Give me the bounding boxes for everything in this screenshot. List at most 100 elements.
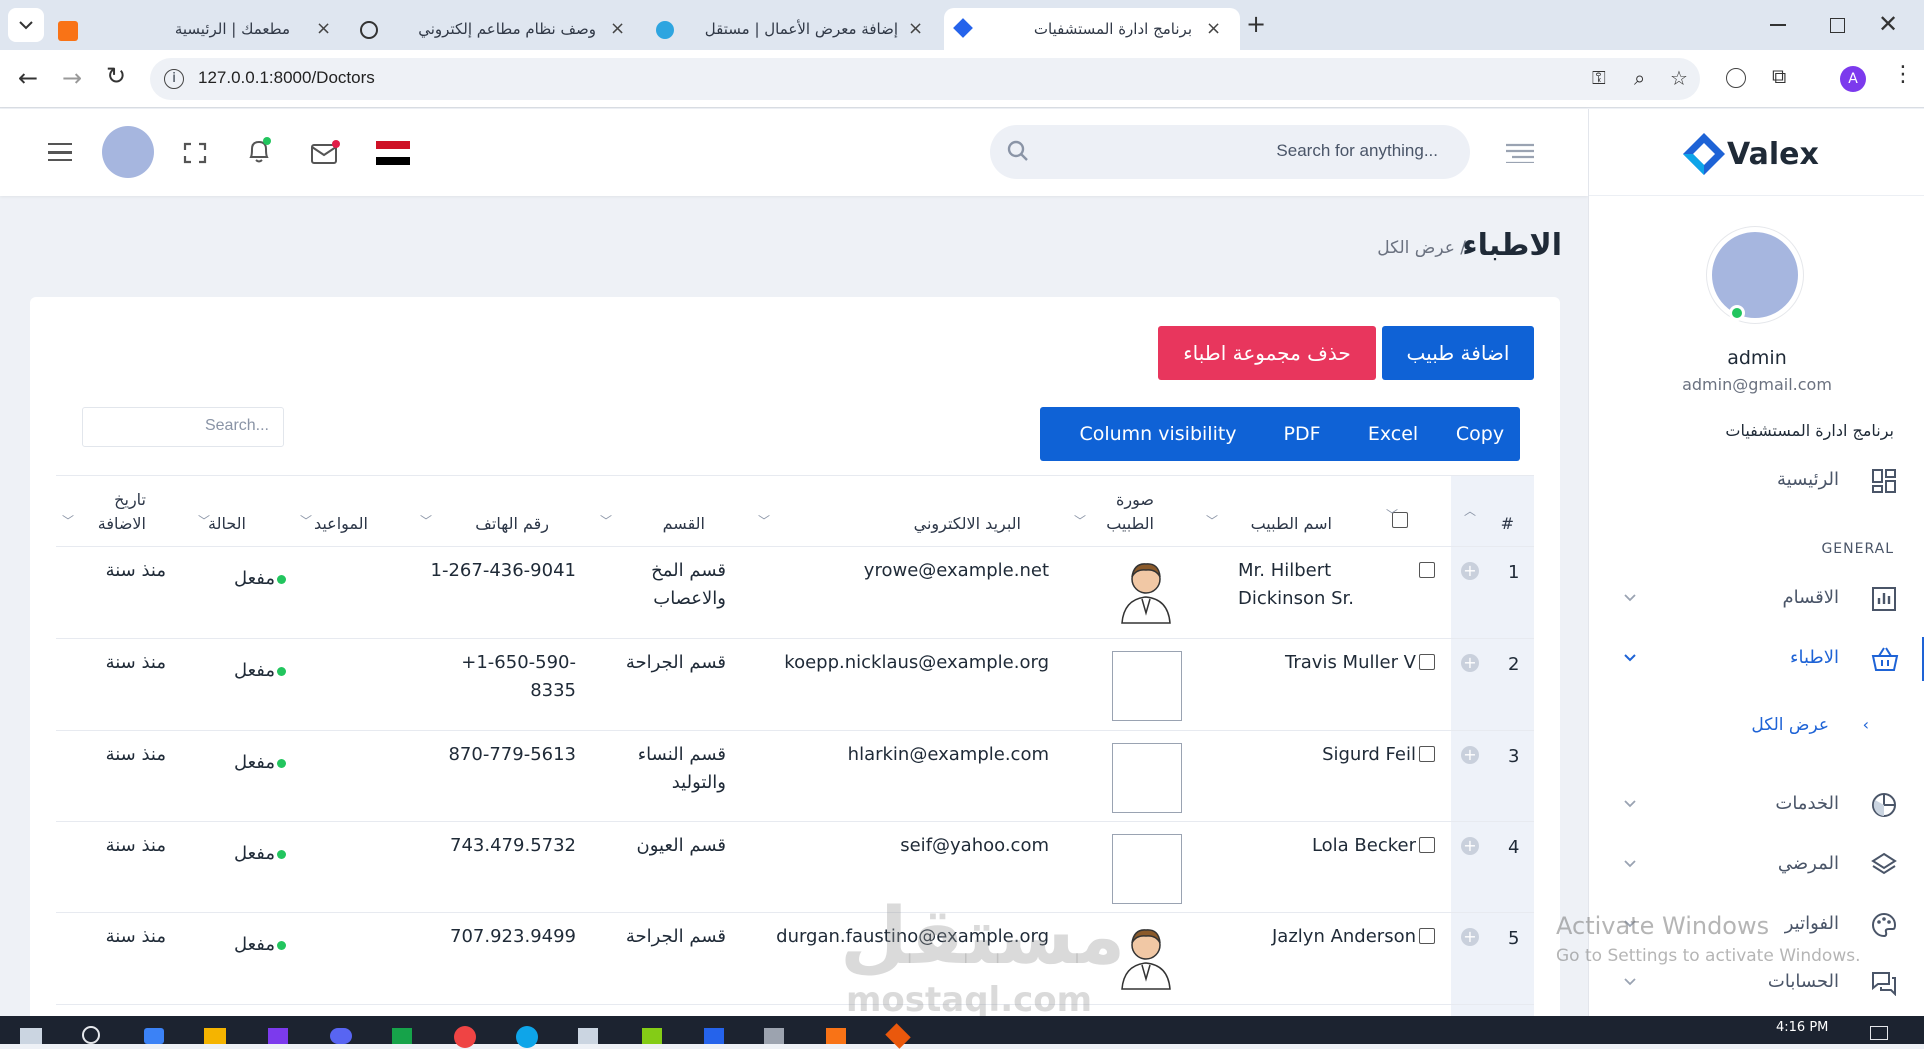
- sort-chevron-icon[interactable]: ﹀: [600, 512, 612, 529]
- xampp-icon[interactable]: [826, 1028, 846, 1044]
- browser-menu-icon[interactable]: ⋮: [1892, 62, 1914, 87]
- fullscreen-icon[interactable]: [183, 142, 207, 164]
- close-icon[interactable]: ×: [610, 18, 625, 39]
- taskbar-app-icon[interactable]: [578, 1028, 598, 1044]
- start-icon[interactable]: [20, 1028, 42, 1044]
- browser-tab[interactable]: مطعمك | الرئيسية ×: [50, 8, 340, 50]
- sort-chevron-icon[interactable]: ﹀: [1074, 512, 1086, 529]
- taskbar-search-icon[interactable]: [82, 1026, 100, 1044]
- tab-title: وصف نظام مطاعم إلكتروني: [418, 20, 596, 38]
- notification-bell-icon[interactable]: [246, 137, 272, 165]
- reload-icon[interactable]: ↻: [106, 62, 126, 90]
- close-window-button[interactable]: ✕: [1878, 10, 1898, 38]
- sidebar-item-doctors[interactable]: الاطباء: [1589, 637, 1924, 681]
- expand-row-icon[interactable]: +: [1461, 746, 1479, 764]
- sort-chevron-icon[interactable]: ﹀: [420, 512, 432, 529]
- tab-list-dropdown[interactable]: [8, 8, 44, 42]
- browser-tab[interactable]: وصف نظام مطاعم إلكتروني ×: [340, 8, 630, 50]
- extension-icon[interactable]: [1726, 68, 1746, 88]
- sort-chevron-icon[interactable]: ﹀: [1386, 506, 1398, 523]
- taskbar-clock[interactable]: 4:16 PM: [1776, 1020, 1828, 1035]
- sort-chevron-icon[interactable]: ﹀: [758, 512, 770, 529]
- profile-avatar[interactable]: A: [1840, 66, 1866, 92]
- row-checkbox[interactable]: [1419, 837, 1435, 853]
- bar-chart-icon: [1871, 586, 1897, 612]
- address-bar[interactable]: i 127.0.0.1:8000/Doctors ⚿ ⌕ ☆: [150, 58, 1700, 100]
- table-row[interactable]: 1 + Mr. Hilbert Dickinson Sr. yrowe@exam…: [56, 547, 1534, 638]
- hamburger-menu-icon[interactable]: [48, 143, 72, 161]
- pdf-button[interactable]: PDF: [1260, 407, 1344, 461]
- zoom-icon[interactable]: ⌕: [1634, 66, 1645, 90]
- site-info-icon[interactable]: i: [164, 69, 184, 89]
- sidebar-item-patients[interactable]: المرضي: [1589, 843, 1924, 887]
- taskbar-app-icon[interactable]: [392, 1028, 412, 1044]
- sort-chevron-icon[interactable]: ﹀: [62, 512, 74, 529]
- sort-chevron-icon[interactable]: ﹀: [1206, 512, 1218, 529]
- add-doctor-button[interactable]: اضافة طبيب: [1382, 326, 1534, 380]
- sidebar-item-services[interactable]: الخدمات: [1589, 783, 1924, 827]
- row-checkbox[interactable]: [1419, 562, 1435, 578]
- sort-up-icon[interactable]: ︿: [1464, 502, 1476, 519]
- expand-row-icon[interactable]: +: [1461, 562, 1479, 580]
- table-row[interactable]: 3 + Sigurd Feil hlarkin@example.com قسم …: [56, 731, 1534, 821]
- edge-icon[interactable]: [516, 1026, 538, 1048]
- collapse-sidebar-icon[interactable]: [1506, 143, 1534, 163]
- bookmark-star-icon[interactable]: ☆: [1670, 66, 1688, 90]
- extensions-puzzle-icon[interactable]: ⧉: [1772, 64, 1786, 88]
- global-search[interactable]: Search for anything...: [990, 125, 1470, 179]
- table-row[interactable]: 5 + Jazlyn Anderson durgan.faustino@exam…: [56, 913, 1534, 1004]
- column-visibility-button[interactable]: Column visibility: [1060, 407, 1256, 461]
- row-checkbox[interactable]: [1419, 746, 1435, 762]
- taskbar-app-icon[interactable]: [642, 1028, 662, 1044]
- table-row[interactable]: 4 + Lola Becker seif@yahoo.com قسم العيو…: [56, 822, 1534, 912]
- chrome-icon[interactable]: [454, 1026, 476, 1048]
- copy-button[interactable]: Copy: [1440, 407, 1520, 461]
- breadcrumb[interactable]: / عرض الكل: [1377, 238, 1466, 258]
- file-explorer-icon[interactable]: [204, 1028, 226, 1044]
- sidebar-item-home[interactable]: الرئيسية: [1589, 459, 1924, 503]
- expand-row-icon[interactable]: +: [1461, 928, 1479, 946]
- minimize-window-button[interactable]: [1770, 24, 1786, 26]
- table-search-input[interactable]: Search...: [82, 407, 284, 447]
- back-icon[interactable]: ←: [18, 64, 38, 92]
- sidebar-subitem-view-all[interactable]: عرض الكل ‹: [1589, 705, 1924, 749]
- taskbar-app-icon[interactable]: [144, 1028, 164, 1044]
- sort-chevron-icon[interactable]: ﹀: [198, 512, 210, 529]
- close-icon[interactable]: ×: [1206, 18, 1221, 39]
- taskbar-app-icon[interactable]: [764, 1028, 784, 1044]
- close-icon[interactable]: ×: [316, 18, 331, 39]
- row-checkbox[interactable]: [1419, 928, 1435, 944]
- url-text[interactable]: 127.0.0.1:8000/Doctors: [198, 68, 375, 88]
- row-checkbox[interactable]: [1419, 654, 1435, 670]
- forward-icon[interactable]: →: [62, 64, 82, 92]
- user-avatar[interactable]: [102, 126, 154, 178]
- browser-tab[interactable]: إضافة معرض الأعمال | مستقل ×: [640, 8, 940, 50]
- new-tab-button[interactable]: +: [1246, 10, 1266, 38]
- expand-row-icon[interactable]: +: [1461, 654, 1479, 672]
- search-input[interactable]: Search for anything...: [1276, 141, 1438, 161]
- vscode-icon[interactable]: [704, 1028, 724, 1044]
- expand-row-icon[interactable]: +: [1461, 837, 1479, 855]
- app-header: Search for anything...: [0, 109, 1588, 196]
- close-icon[interactable]: ×: [908, 18, 923, 39]
- browser-tab-active[interactable]: برنامج ادارة المستشفيات ×: [944, 8, 1240, 50]
- doctor-email: yrowe@example.net: [863, 560, 1049, 581]
- profile-avatar-large[interactable]: [1707, 227, 1803, 323]
- maximize-window-button[interactable]: [1830, 18, 1845, 33]
- mail-icon[interactable]: [310, 139, 340, 165]
- discord-icon[interactable]: [330, 1028, 352, 1044]
- sort-chevron-icon[interactable]: ﹀: [300, 512, 312, 529]
- status-active-dot: [277, 574, 286, 584]
- excel-button[interactable]: Excel: [1350, 407, 1436, 461]
- bulk-delete-doctors-button[interactable]: حذف مجموعة اطباء: [1158, 326, 1376, 380]
- table-row[interactable]: 2 + Travis Muller V koepp.nicklaus@examp…: [56, 639, 1534, 730]
- brand-logo[interactable]: Valex: [1679, 129, 1839, 179]
- sidebar-item-accounts[interactable]: الحسابات: [1589, 961, 1924, 1005]
- git-icon[interactable]: [885, 1023, 911, 1049]
- password-key-icon[interactable]: ⚿: [1592, 68, 1606, 89]
- egypt-flag-icon[interactable]: [376, 141, 410, 165]
- sidebar-item-departments[interactable]: الاقسام: [1589, 577, 1924, 621]
- taskbar-app-icon[interactable]: [268, 1028, 288, 1044]
- status-active-dot: [277, 758, 286, 768]
- notification-center-icon[interactable]: [1870, 1026, 1888, 1040]
